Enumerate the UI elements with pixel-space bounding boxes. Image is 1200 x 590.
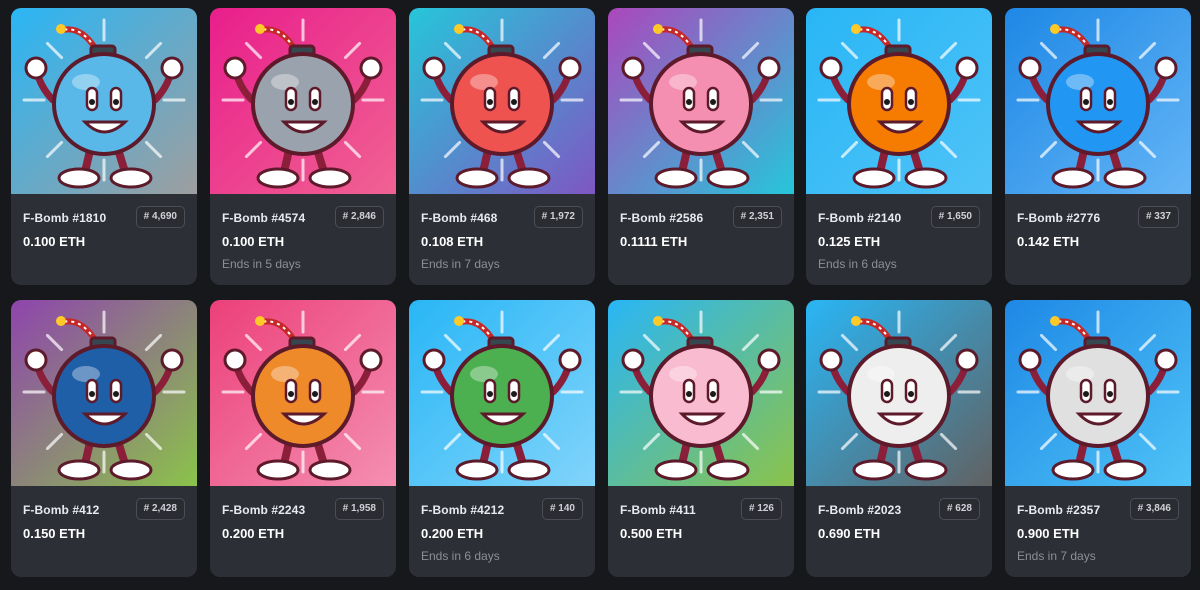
nft-card[interactable]: F-Bomb #2023 # 628 0.690 ETH [806, 300, 992, 577]
bomb-character-cleaver-icon [1005, 300, 1191, 486]
nft-card[interactable]: F-Bomb #1810 # 4,690 0.100 ETH [11, 8, 197, 285]
bomb-character-mohawk-icon [608, 300, 794, 486]
nft-image[interactable] [1005, 8, 1191, 194]
nft-name: F-Bomb #411 [620, 503, 696, 517]
nft-name: F-Bomb #4574 [222, 211, 306, 225]
nft-price: 0.1111 ETH [620, 234, 688, 249]
rank-badge: # 1,650 [930, 206, 980, 228]
auction-ends-text: Ends in 6 days [818, 257, 897, 271]
nft-grid: F-Bomb #1810 # 4,690 0.100 ETH F-Bomb #4574… [0, 0, 1200, 590]
rank-badge: # 4,690 [135, 206, 185, 228]
rank-badge: # 2,351 [732, 206, 782, 228]
nft-card[interactable]: F-Bomb #411 # 126 0.500 ETH [608, 300, 794, 577]
nft-card-info: F-Bomb #2023 # 628 0.690 ETH [806, 486, 992, 577]
nft-card-info: F-Bomb #2776 # 337 0.142 ETH [1005, 194, 1191, 285]
nft-image[interactable] [608, 8, 794, 194]
nft-image[interactable] [409, 8, 595, 194]
nft-card-info: F-Bomb #2357 # 3,846 0.900 ETH Ends in 7 da… [1005, 486, 1191, 577]
nft-name: F-Bomb #412 [23, 503, 100, 517]
nft-price: 0.100 ETH [23, 234, 86, 249]
nft-price: 0.150 ETH [23, 526, 86, 541]
nft-price: 0.900 ETH [1017, 526, 1080, 541]
rank-badge: # 3,846 [1129, 498, 1179, 520]
nft-name: F-Bomb #2140 [818, 211, 902, 225]
nft-card[interactable]: F-Bomb #4212 # 140 0.200 ETH Ends in 6 days [409, 300, 595, 577]
auction-ends-text: Ends in 7 days [1017, 549, 1096, 563]
nft-price: 0.100 ETH [222, 234, 285, 249]
nft-name: F-Bomb #2023 [818, 503, 902, 517]
bomb-character-earth-icon [409, 300, 595, 486]
nft-card[interactable]: F-Bomb #2586 # 2,351 0.1111 ETH [608, 8, 794, 285]
nft-name: F-Bomb #2357 [1017, 503, 1101, 517]
auction-ends-text: Ends in 7 days [421, 257, 500, 271]
nft-name: F-Bomb #2243 [222, 503, 306, 517]
nft-image[interactable] [806, 300, 992, 486]
nft-price: 0.690 ETH [818, 526, 881, 541]
nft-card[interactable]: F-Bomb #468 # 1,972 0.108 ETH Ends in 7 day… [409, 8, 595, 285]
nft-name: F-Bomb #468 [421, 211, 498, 225]
nft-price: 0.200 ETH [222, 526, 285, 541]
nft-card-info: F-Bomb #468 # 1,972 0.108 ETH Ends in 7 day… [409, 194, 595, 285]
nft-image[interactable] [210, 300, 396, 486]
nft-price: 0.108 ETH [421, 234, 484, 249]
nft-image[interactable] [210, 8, 396, 194]
nft-card-info: F-Bomb #4212 # 140 0.200 ETH Ends in 6 days [409, 486, 595, 577]
nft-card[interactable]: F-Bomb #2776 # 337 0.142 ETH [1005, 8, 1191, 285]
bomb-character-claws-icon [806, 8, 992, 194]
nft-image[interactable] [11, 8, 197, 194]
nft-card-info: F-Bomb #2140 # 1,650 0.125 ETH Ends in 6 da… [806, 194, 992, 285]
nft-card[interactable]: F-Bomb #2243 # 1,958 0.200 ETH [210, 300, 396, 577]
nft-card[interactable]: F-Bomb #2357 # 3,846 0.900 ETH Ends in 7 da… [1005, 300, 1191, 577]
nft-price: 0.500 ETH [620, 526, 683, 541]
rank-badge: # 337 [1137, 206, 1179, 228]
nft-card-info: F-Bomb #1810 # 4,690 0.100 ETH [11, 194, 197, 285]
rank-badge: # 628 [938, 498, 980, 520]
nft-price: 0.142 ETH [1017, 234, 1080, 249]
nft-image[interactable] [806, 8, 992, 194]
rank-badge: # 1,958 [334, 498, 384, 520]
nft-image[interactable] [608, 300, 794, 486]
nft-card-info: F-Bomb #2243 # 1,958 0.200 ETH [210, 486, 396, 577]
bomb-character-mushroom-icon [210, 300, 396, 486]
bomb-character-brain-icon [608, 8, 794, 194]
nft-name: F-Bomb #2776 [1017, 211, 1101, 225]
nft-price: 0.200 ETH [421, 526, 484, 541]
bomb-character-globe-icon [11, 8, 197, 194]
auction-ends-text: Ends in 6 days [421, 549, 500, 563]
nft-image[interactable] [1005, 300, 1191, 486]
nft-card[interactable]: F-Bomb #4574 # 2,846 0.100 ETH Ends in 5 da… [210, 8, 396, 285]
rank-badge: # 126 [740, 498, 782, 520]
rank-badge: # 140 [541, 498, 583, 520]
rank-badge: # 2,428 [135, 498, 185, 520]
nft-name: F-Bomb #2586 [620, 211, 704, 225]
nft-name: F-Bomb #4212 [421, 503, 505, 517]
bomb-character-clown-icon [806, 300, 992, 486]
nft-card[interactable]: F-Bomb #2140 # 1,650 0.125 ETH Ends in 6 da… [806, 8, 992, 285]
rank-badge: # 2,846 [334, 206, 384, 228]
auction-ends-text: Ends in 5 days [222, 257, 301, 271]
rank-badge: # 1,972 [533, 206, 583, 228]
nft-card-info: F-Bomb #411 # 126 0.500 ETH [608, 486, 794, 577]
nft-image[interactable] [409, 300, 595, 486]
nft-card-info: F-Bomb #4574 # 2,846 0.100 ETH Ends in 5 da… [210, 194, 396, 285]
bomb-character-shield-icon [11, 300, 197, 486]
nft-card-info: F-Bomb #2586 # 2,351 0.1111 ETH [608, 194, 794, 285]
nft-card[interactable]: F-Bomb #412 # 2,428 0.150 ETH [11, 300, 197, 577]
bomb-character-bazooka-icon [210, 8, 396, 194]
nft-name: F-Bomb #1810 [23, 211, 107, 225]
bomb-character-plaid-icon [1005, 8, 1191, 194]
nft-card-info: F-Bomb #412 # 2,428 0.150 ETH [11, 486, 197, 577]
nft-price: 0.125 ETH [818, 234, 881, 249]
bomb-character-monocle-icon [409, 8, 595, 194]
nft-image[interactable] [11, 300, 197, 486]
